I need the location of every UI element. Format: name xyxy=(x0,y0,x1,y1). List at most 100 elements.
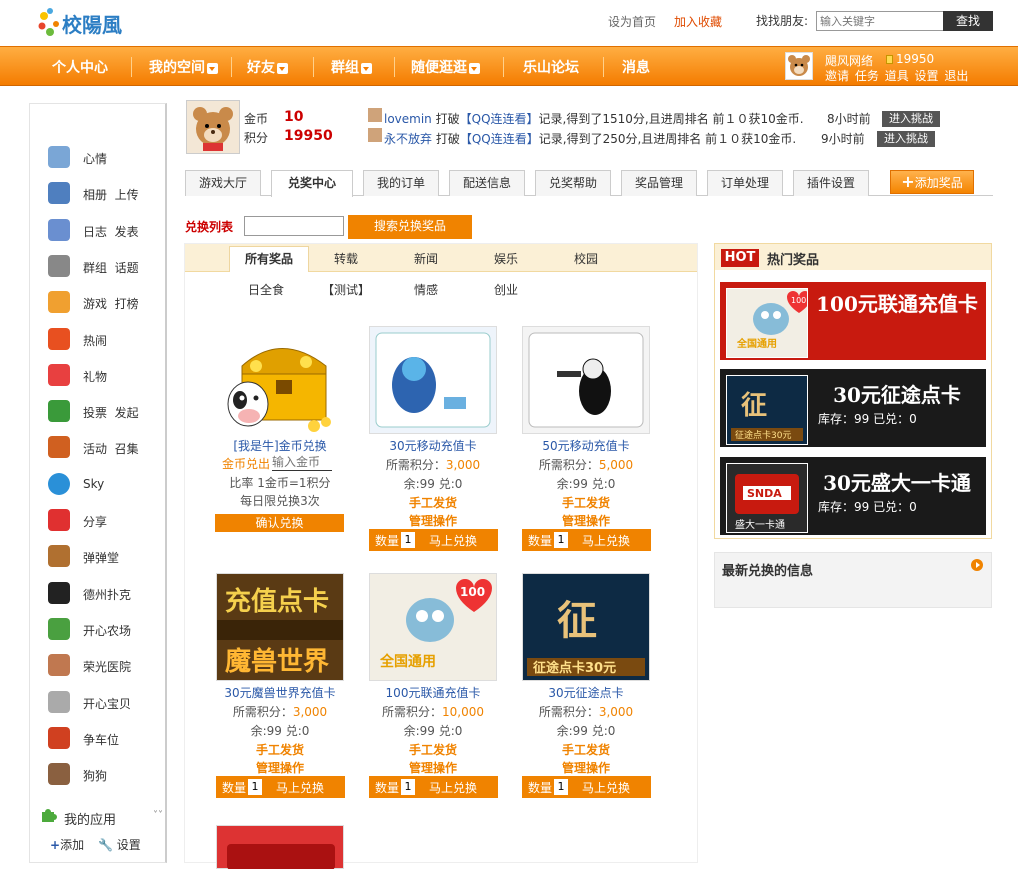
tab-prize-help[interactable]: 兑奖帮助 xyxy=(535,170,611,196)
settings-link[interactable]: 设置 xyxy=(915,69,939,83)
tab-prize-manage[interactable]: 奖品管理 xyxy=(621,170,697,196)
category-item[interactable]: 日全食 xyxy=(238,281,294,298)
quantity-input[interactable]: 1 xyxy=(401,779,415,795)
quantity-input[interactable]: 1 xyxy=(554,532,568,548)
hot-prize-item[interactable]: 100 全国通用 100元联通充值卡 xyxy=(720,282,986,360)
nav-groups[interactable]: 群组 xyxy=(331,57,372,77)
product-image[interactable]: 征征途点卡30元 xyxy=(522,573,650,681)
exchange-search-button[interactable]: 搜索兑换奖品 xyxy=(348,215,472,239)
quantity-input[interactable]: 1 xyxy=(554,779,568,795)
profile-avatar[interactable] xyxy=(186,100,240,154)
sidebar-item[interactable]: 礼物 xyxy=(83,368,107,385)
sidebar-item[interactable]: 群组 话题 xyxy=(83,259,139,276)
nav-messages[interactable]: 消息 xyxy=(622,57,650,77)
user-avatar[interactable] xyxy=(785,52,813,80)
nav-personal-center[interactable]: 个人中心 xyxy=(52,57,108,77)
category-all[interactable]: 所有奖品 xyxy=(229,246,309,272)
friend-search-input[interactable] xyxy=(816,11,944,31)
sidebar-item[interactable]: 开心宝贝 xyxy=(83,695,131,712)
product-name[interactable]: 100元联通充值卡 xyxy=(353,684,513,701)
redeem-now-button[interactable]: 马上兑换 xyxy=(429,779,477,796)
sidebar-item[interactable]: 争车位 xyxy=(83,731,119,748)
nav-forum[interactable]: 乐山论坛 xyxy=(523,57,579,77)
challenge-button[interactable]: 进入挑战 xyxy=(877,131,935,147)
hot-badge: HOT xyxy=(721,249,759,267)
feed-avatar[interactable] xyxy=(368,108,382,122)
add-favorite-link[interactable]: 加入收藏 xyxy=(674,15,722,29)
tab-game-hall[interactable]: 游戏大厅 xyxy=(185,170,261,196)
add-app-link[interactable]: +添加 xyxy=(50,836,84,853)
set-home-link[interactable]: 设为首页 xyxy=(608,15,656,29)
sidebar-item[interactable]: 开心农场 xyxy=(83,622,131,639)
tab-plugin-settings[interactable]: 插件设置 xyxy=(793,170,869,196)
site-logo[interactable]: 校陽風 xyxy=(36,6,126,40)
redeem-now-button[interactable]: 马上兑换 xyxy=(276,779,324,796)
category-item[interactable]: 【测试】 xyxy=(318,281,374,298)
category-item[interactable]: 创业 xyxy=(478,281,534,298)
manage-link[interactable]: 管理操作 xyxy=(353,759,513,776)
sidebar-item[interactable]: 活动 召集 xyxy=(83,440,139,457)
manage-link[interactable]: 管理操作 xyxy=(506,512,666,529)
manage-link[interactable]: 管理操作 xyxy=(353,512,513,529)
sidebar-item[interactable]: 德州扑克 xyxy=(83,586,131,603)
sidebar-item[interactable]: 弹弹堂 xyxy=(83,549,119,566)
sidebar-item[interactable]: 相册 上传 xyxy=(83,186,139,203)
tab-delivery-info[interactable]: 配送信息 xyxy=(449,170,525,196)
feed-avatar[interactable] xyxy=(368,128,382,142)
props-link[interactable]: 道具 xyxy=(885,69,909,83)
special-item-name[interactable]: [我是牛]金币兑换 xyxy=(200,437,360,454)
sidebar-item[interactable]: 荣光医院 xyxy=(83,658,131,675)
product-image[interactable] xyxy=(369,326,497,434)
product-name[interactable]: 30元魔兽世界充值卡 xyxy=(200,684,360,701)
nav-my-space[interactable]: 我的空间 xyxy=(149,57,218,77)
tab-order-process[interactable]: 订单处理 xyxy=(707,170,783,196)
sidebar-item[interactable]: 热闹 xyxy=(83,332,107,349)
sidebar-item[interactable]: 狗狗 xyxy=(83,767,107,784)
add-prize-button[interactable]: +添加奖品 xyxy=(890,170,974,194)
my-apps-heading[interactable]: 我的应用 xyxy=(64,809,116,828)
redeem-now-button[interactable]: 马上兑换 xyxy=(429,532,477,549)
product-image[interactable]: 充值点卡 魔兽世界 xyxy=(216,573,344,681)
hot-prize-item[interactable]: 征征途点卡30元 30元征途点卡 库存：99 已兑：0 xyxy=(720,369,986,447)
product-name[interactable]: 30元移动充值卡 xyxy=(353,437,513,454)
category-item[interactable]: 娱乐 xyxy=(478,250,534,267)
nav-browse[interactable]: 随便逛逛 xyxy=(411,57,480,77)
sidebar-item[interactable]: 日志 发表 xyxy=(83,223,139,240)
app-settings-link[interactable]: 🔧 设置 xyxy=(98,836,141,853)
hot-prize-item[interactable]: SNDA 盛大一卡通 30元盛大一卡通 库存：99 已兑：0 xyxy=(720,457,986,535)
redeem-now-button[interactable]: 马上兑换 xyxy=(582,779,630,796)
invite-link[interactable]: 邀请 xyxy=(825,69,849,83)
product-image[interactable] xyxy=(522,326,650,434)
category-item[interactable]: 新闻 xyxy=(398,250,454,267)
arrow-right-icon[interactable] xyxy=(971,559,983,571)
tab-my-orders[interactable]: 我的订单 xyxy=(363,170,439,196)
quantity-input[interactable]: 1 xyxy=(401,532,415,548)
sidebar-item[interactable]: Sky xyxy=(83,477,104,491)
sidebar-item[interactable]: 分享 xyxy=(83,513,107,530)
category-item[interactable]: 校园 xyxy=(558,250,614,267)
friend-search-button[interactable]: 查找 xyxy=(943,11,993,31)
sidebar-item[interactable]: 心情 xyxy=(83,150,107,167)
manage-link[interactable]: 管理操作 xyxy=(200,759,360,776)
challenge-button[interactable]: 进入挑战 xyxy=(882,111,940,127)
product-name[interactable]: 30元征途点卡 xyxy=(506,684,666,701)
collapse-icon[interactable]: ˅˅ xyxy=(153,810,163,821)
product-image[interactable]: 100 全国通用 xyxy=(369,573,497,681)
redeem-now-button[interactable]: 马上兑换 xyxy=(582,532,630,549)
logout-link[interactable]: 退出 xyxy=(944,69,968,83)
product-name[interactable]: 50元移动充值卡 xyxy=(506,437,666,454)
sidebar-item[interactable]: 投票 发起 xyxy=(83,404,139,421)
exchange-search-input[interactable] xyxy=(244,216,344,236)
task-link[interactable]: 任务 xyxy=(855,69,879,83)
category-item[interactable]: 情感 xyxy=(398,281,454,298)
manage-link[interactable]: 管理操作 xyxy=(506,759,666,776)
sidebar-item[interactable]: 游戏 打榜 xyxy=(83,295,139,312)
nav-friends[interactable]: 好友 xyxy=(247,57,288,77)
group-icon xyxy=(48,254,70,277)
gold-amount-input[interactable] xyxy=(272,454,332,471)
tab-prize-center[interactable]: 兑奖中心 xyxy=(271,170,353,197)
product-image[interactable] xyxy=(216,825,344,869)
category-item[interactable]: 转载 xyxy=(318,250,374,267)
quantity-input[interactable]: 1 xyxy=(248,779,262,795)
confirm-exchange-button[interactable]: 确认兑换 xyxy=(215,514,344,532)
